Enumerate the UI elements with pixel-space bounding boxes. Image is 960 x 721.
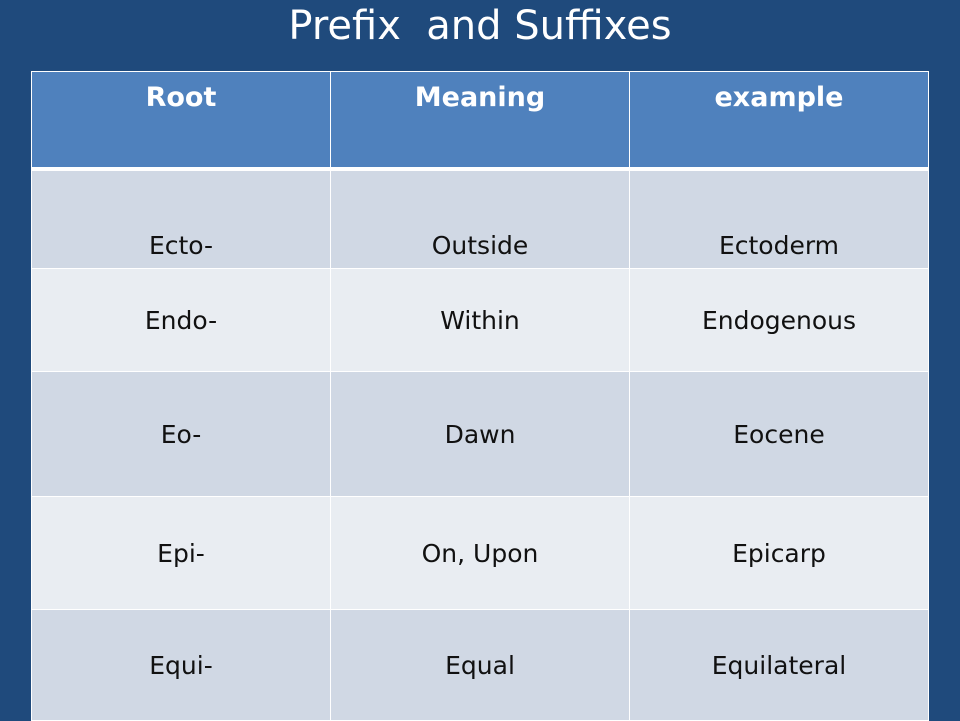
header-root: Root [31,71,331,171]
cell-example: Endogenous [629,268,929,372]
table-row: Equi- Equal Equilateral [31,609,929,721]
cell-root: Epi- [31,496,331,610]
cell-example: Ectoderm [629,168,929,269]
cell-example: Eocene [629,371,929,497]
cell-root: Eo- [31,371,331,497]
cell-meaning: Equal [330,609,630,721]
cell-meaning: On, Upon [330,496,630,610]
table-row: Epi- On, Upon Epicarp [31,496,929,610]
table-row: Ecto- Outside Ectoderm [31,168,929,269]
cell-meaning: Dawn [330,371,630,497]
slide-title: Prefix and Suffixes [288,3,672,49]
prefix-table: Root Meaning example Ecto- Outside Ectod… [31,71,929,721]
table-row: Endo- Within Endogenous [31,268,929,372]
header-example: example [629,71,929,171]
header-row: Root Meaning example [31,71,929,171]
cell-root: Equi- [31,609,331,721]
cell-root: Endo- [31,268,331,372]
cell-meaning: Outside [330,168,630,269]
cell-root: Ecto- [31,168,331,269]
cell-example: Equilateral [629,609,929,721]
cell-example: Epicarp [629,496,929,610]
header-meaning: Meaning [330,71,630,171]
cell-meaning: Within [330,268,630,372]
table-row: Eo- Dawn Eocene [31,371,929,497]
